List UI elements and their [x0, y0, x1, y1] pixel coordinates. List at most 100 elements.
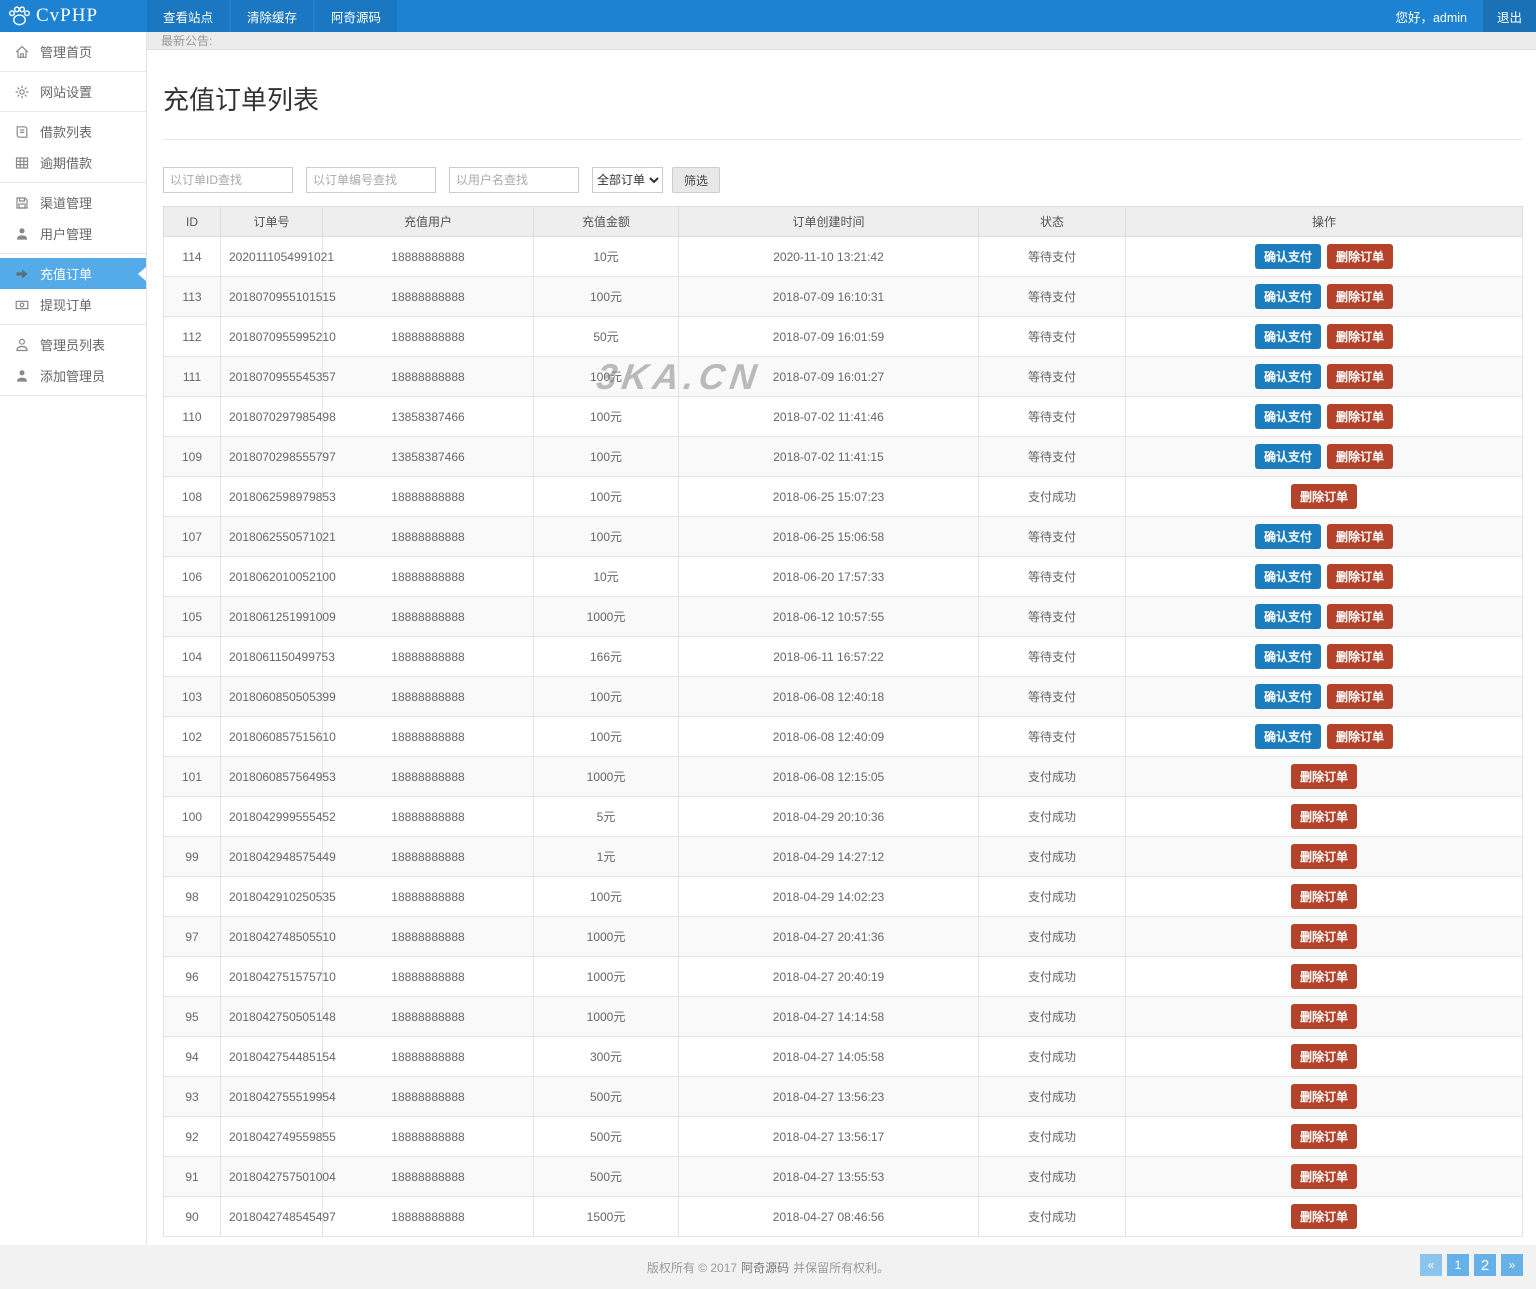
- page-1-button[interactable]: 1: [1447, 1254, 1469, 1276]
- cell-actions: 确认支付 删除订单: [1125, 596, 1523, 637]
- confirm-pay-button[interactable]: 确认支付: [1254, 244, 1321, 269]
- page-prev-button[interactable]: «: [1420, 1254, 1442, 1276]
- order-id-input[interactable]: [163, 167, 293, 193]
- sidebar-item-site-settings[interactable]: 网站设置: [0, 76, 146, 107]
- delete-order-button[interactable]: 删除订单: [1290, 484, 1357, 509]
- delete-order-button[interactable]: 删除订单: [1327, 444, 1394, 469]
- cell-created: 2018-07-09 16:01:27: [678, 356, 979, 397]
- sidebar-item-recharge-orders[interactable]: 充值订单: [0, 258, 146, 289]
- delete-order-button[interactable]: 删除订单: [1327, 404, 1394, 429]
- confirm-pay-button[interactable]: 确认支付: [1254, 444, 1321, 469]
- cell-id: 102: [163, 716, 221, 757]
- confirm-pay-button[interactable]: 确认支付: [1254, 324, 1321, 349]
- sidebar-item-home[interactable]: 管理首页: [0, 36, 146, 67]
- delete-order-button[interactable]: 删除订单: [1327, 364, 1394, 389]
- table-row: 100 2018042999555452 18888888888 5元 2018-04-…: [163, 796, 1523, 837]
- cell-status: 等待支付: [978, 276, 1126, 317]
- sidebar-group: 管理首页: [0, 32, 146, 72]
- sidebar-item-loan-list[interactable]: 借款列表: [0, 116, 146, 147]
- navbar-item-aqi-source[interactable]: 阿奇源码: [315, 0, 398, 32]
- delete-order-button[interactable]: 删除订单: [1290, 1004, 1357, 1029]
- column-header: ID: [163, 206, 221, 237]
- delete-order-button[interactable]: 删除订单: [1290, 1164, 1357, 1189]
- sidebar-item-withdraw-orders[interactable]: 提现订单: [0, 289, 146, 320]
- confirm-pay-button[interactable]: 确认支付: [1254, 564, 1321, 589]
- confirm-pay-button[interactable]: 确认支付: [1254, 684, 1321, 709]
- username-input[interactable]: [449, 167, 579, 193]
- delete-order-button[interactable]: 删除订单: [1290, 804, 1357, 829]
- delete-order-button[interactable]: 删除订单: [1327, 324, 1394, 349]
- cell-actions: 确认支付 删除订单: [1125, 356, 1523, 397]
- footer-brand: 阿奇源码: [741, 1260, 790, 1275]
- cell-actions: 确认支付 删除订单: [1125, 396, 1523, 437]
- delete-order-button[interactable]: 删除订单: [1290, 964, 1357, 989]
- table-row: 114 2020111054991021 18888888888 10元 2020-11…: [163, 236, 1523, 277]
- confirm-pay-button[interactable]: 确认支付: [1254, 404, 1321, 429]
- delete-order-button[interactable]: 删除订单: [1327, 244, 1394, 269]
- confirm-pay-button[interactable]: 确认支付: [1254, 524, 1321, 549]
- delete-order-button[interactable]: 删除订单: [1290, 1084, 1357, 1109]
- cell-status: 支付成功: [978, 1036, 1126, 1077]
- cell-status: 等待支付: [978, 436, 1126, 477]
- delete-order-button[interactable]: 删除订单: [1327, 684, 1394, 709]
- sidebar-item-label: 提现订单: [40, 298, 93, 313]
- column-header: 订单号: [220, 206, 323, 237]
- confirm-pay-button[interactable]: 确认支付: [1254, 364, 1321, 389]
- cell-actions: 删除订单: [1125, 876, 1523, 917]
- delete-order-button[interactable]: 删除订单: [1327, 724, 1394, 749]
- sidebar-item-add-admin[interactable]: 添加管理员: [0, 360, 146, 391]
- sidebar-item-admin-list[interactable]: 管理员列表: [0, 329, 146, 360]
- page-next-button[interactable]: »: [1501, 1254, 1523, 1276]
- brand-logo[interactable]: CvPHP: [0, 0, 147, 32]
- delete-order-button[interactable]: 删除订单: [1327, 604, 1394, 629]
- page-2-button[interactable]: 2: [1474, 1254, 1496, 1276]
- order-no-input[interactable]: [306, 167, 436, 193]
- page: CvPHP 查看站点 清除缓存 阿奇源码 您好，admin 退出 管理首页 网站设置借…: [0, 0, 1536, 1289]
- cell-actions: 删除订单: [1125, 1076, 1523, 1117]
- delete-order-button[interactable]: 删除订单: [1327, 524, 1394, 549]
- logout-button[interactable]: 退出: [1482, 0, 1536, 32]
- cell-amount: 10元: [533, 556, 679, 597]
- confirm-pay-button[interactable]: 确认支付: [1254, 724, 1321, 749]
- confirm-pay-button[interactable]: 确认支付: [1254, 284, 1321, 309]
- sidebar-group: 借款列表 逾期借款: [0, 112, 146, 183]
- column-header: 充值金额: [533, 206, 679, 237]
- delete-order-button[interactable]: 删除订单: [1290, 764, 1357, 789]
- sidebar-item-overdue-loans[interactable]: 逾期借款: [0, 147, 146, 178]
- delete-order-button[interactable]: 删除订单: [1290, 1204, 1357, 1229]
- sidebar-item-channel-manage[interactable]: 渠道管理: [0, 187, 146, 218]
- navbar-item-view-site[interactable]: 查看站点: [147, 0, 230, 32]
- confirm-pay-button[interactable]: 确认支付: [1254, 604, 1321, 629]
- delete-order-button[interactable]: 删除订单: [1327, 284, 1394, 309]
- cell-user: 18888888888: [322, 836, 534, 877]
- table-row: 95 2018042750505148 18888888888 1000元 2018-0…: [163, 996, 1523, 1037]
- navbar-item-clear-cache[interactable]: 清除缓存: [231, 0, 314, 32]
- delete-order-button[interactable]: 删除订单: [1290, 884, 1357, 909]
- delete-order-button[interactable]: 删除订单: [1290, 1124, 1357, 1149]
- greeting-text: 您好，admin: [1395, 10, 1467, 25]
- cell-created: 2018-04-27 20:41:36: [678, 916, 979, 957]
- sidebar-item-user-manage[interactable]: 用户管理: [0, 218, 146, 249]
- cell-id: 111: [163, 356, 221, 397]
- cell-user: 18888888888: [322, 556, 534, 597]
- content-inner: 充值订单列表 全部订单 筛选 ID订单号充值用户充值金: [147, 50, 1536, 1276]
- cell-order-no: 2020111054991021: [220, 236, 334, 277]
- cell-created: 2018-04-27 14:05:58: [678, 1036, 979, 1077]
- delete-order-button[interactable]: 删除订单: [1290, 924, 1357, 949]
- cell-amount: 1000元: [533, 916, 679, 957]
- arrow-right-icon: [14, 266, 30, 282]
- delete-order-button[interactable]: 删除订单: [1290, 1044, 1357, 1069]
- confirm-pay-button[interactable]: 确认支付: [1254, 644, 1321, 669]
- table-row: 101 2018060857564953 18888888888 1000元 2018-…: [163, 756, 1523, 797]
- order-type-select[interactable]: 全部订单: [592, 167, 663, 193]
- cell-user: 18888888888: [322, 316, 534, 357]
- cell-actions: 删除订单: [1125, 916, 1523, 957]
- delete-order-button[interactable]: 删除订单: [1327, 564, 1394, 589]
- cell-id: 94: [163, 1036, 221, 1077]
- cell-amount: 100元: [533, 436, 679, 477]
- delete-order-button[interactable]: 删除订单: [1290, 844, 1357, 869]
- delete-order-button[interactable]: 删除订单: [1327, 644, 1394, 669]
- sidebar-group: 网站设置: [0, 72, 146, 112]
- sidebar-group: 充值订单提现订单: [0, 254, 146, 325]
- filter-button[interactable]: 筛选: [672, 167, 721, 193]
